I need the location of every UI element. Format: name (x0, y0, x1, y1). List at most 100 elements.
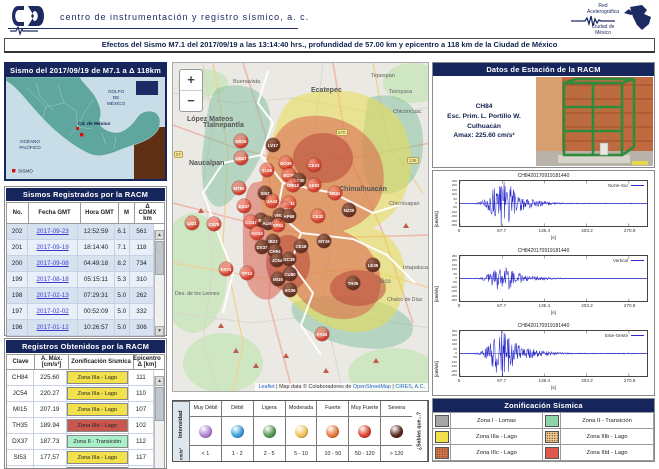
station-panel-title: Datos de Estación de la RACM (433, 63, 654, 76)
station-marker-XO36[interactable]: XO36 (283, 283, 297, 297)
station-marker-NZ20[interactable]: NZ20 (342, 203, 356, 217)
registro-row[interactable]: DX37187.73Zona II - Transición112 (7, 434, 154, 450)
registro-zona: Zona IIIa - Lago (67, 370, 129, 386)
event-date-link[interactable]: 2017-02-02 (37, 308, 69, 315)
scroll-up-icon[interactable]: ▲ (155, 376, 164, 386)
station-marker-TH35[interactable]: TH35 (346, 276, 360, 290)
station-marker-GR27[interactable]: GR27 (234, 151, 248, 165)
station-marker-MI15[interactable]: MI15 (271, 272, 285, 286)
zona-swatch (435, 431, 449, 443)
registro-row[interactable]: CH84225.60Zona IIIa - Lago111 (7, 370, 154, 386)
sismos-cell-hora: 05:15:11 (78, 272, 115, 288)
station-marker-ES57[interactable]: ES57 (237, 199, 251, 213)
leaflet-link[interactable]: Leaflet (258, 384, 274, 390)
station-marker-LE35[interactable]: LE35 (366, 258, 380, 272)
station-marker-FA34[interactable]: FA34 (315, 327, 329, 341)
event-date-link[interactable]: 2017-09-08 (37, 260, 69, 267)
event-date-link[interactable]: 2017-02-13 (37, 292, 69, 299)
svg-text:PACÍFICO: PACÍFICO (19, 144, 41, 150)
station-marker-NZ31[interactable]: NZ31 (328, 186, 342, 200)
x-tick: 67.7 (497, 228, 506, 233)
map-city-label: Tezoyuca (389, 89, 412, 95)
station-marker-TP13[interactable]: TP13 (240, 266, 254, 280)
sismos-row[interactable]: 1962017-01-1210:26:575.0306 (7, 320, 154, 336)
station-marker-DX37[interactable]: DX37 (255, 240, 269, 254)
station-marker-GC38[interactable]: GC38 (282, 252, 296, 266)
sismos-cell-m: 5.3 (115, 272, 130, 288)
registro-row[interactable]: JC54220.27Zona IIIa - Lago110 (7, 386, 154, 402)
sismos-cell-fecha: 2017-09-23 (28, 224, 78, 240)
station-marker-CE18[interactable]: CE18 (294, 239, 308, 253)
scroll-up-icon[interactable]: ▲ (155, 230, 164, 240)
station-marker-LV17[interactable]: LV17 (266, 138, 280, 152)
map-attribution: Leaflet | Map data © Colaboradores de Op… (255, 383, 428, 391)
col-epicentro: Epicentro Δ [km] (134, 355, 160, 369)
event-date-link[interactable]: 2017-08-18 (37, 276, 69, 283)
event-date-link[interactable]: 2017-09-19 (37, 244, 69, 251)
sismos-row[interactable]: 1982017-02-1307:29:315.0262 (7, 288, 154, 304)
sabias-que-label[interactable]: ¿Sabías que...? (412, 401, 428, 461)
intensity-level-label: Ligera (254, 401, 285, 417)
map-city-label: Ecatepec (311, 87, 342, 94)
station-marker-TL55[interactable]: TL55 (260, 163, 274, 177)
intensity-level-value: < 1 (190, 446, 221, 461)
intensity-level: Ligera2 - 5 (254, 401, 286, 461)
registro-clave: CH84 (7, 370, 34, 386)
sismos-scrollbar[interactable]: ▲ ▼ (154, 230, 164, 336)
zona-label: Zona IIIc - Lago (451, 445, 543, 461)
scroll-thumb[interactable] (155, 387, 164, 421)
map-city-label: Chicoloapan (389, 201, 420, 207)
station-marker-AO24[interactable]: AO24 (250, 226, 264, 240)
registro-row[interactable]: MI15207.19Zona IIIa - Lago107 (7, 402, 154, 418)
station-marker-JA43[interactable]: JA43 (265, 194, 279, 208)
sismos-rows: 2022017-09-2312:52:596.15612012017-09-19… (7, 224, 154, 336)
sismos-row[interactable]: 1992017-08-1805:15:115.3310 (7, 272, 154, 288)
seismogram-0: CH8420170919181440[cm/s/s]25020015010050… (433, 172, 654, 246)
col-fecha: Fecha GMT (29, 203, 81, 223)
cires-link[interactable]: CIRES, A.C. (395, 384, 425, 390)
y-axis-label: [cm/s/s] (434, 255, 439, 302)
zona-swatch-cell (543, 445, 561, 461)
station-marker-SP51[interactable]: SP51 (271, 218, 285, 232)
station-marker-MY19[interactable]: MY19 (317, 234, 331, 248)
sismos-cell-delta: 734 (130, 256, 154, 272)
station-marker-DM12[interactable]: DM12 (286, 178, 300, 192)
osm-link[interactable]: OpenStreetMap (353, 384, 391, 390)
sismos-row[interactable]: 2002017-09-0804:49:188.2734 (7, 256, 154, 272)
sismos-cell-no: 198 (7, 288, 28, 304)
event-date-link[interactable]: 2017-01-12 (37, 324, 69, 331)
station-marker-CS78[interactable]: CS78 (207, 217, 221, 231)
station-marker-UI21[interactable]: UI21 (185, 216, 199, 230)
station-marker-DR16[interactable]: DR16 (234, 134, 248, 148)
zona-swatch (545, 447, 559, 459)
zoom-out-button[interactable]: − (180, 91, 202, 111)
station-marker-MT50[interactable]: MT50 (232, 181, 246, 195)
event-date-link[interactable]: 2017-09-23 (37, 228, 69, 235)
intensity-map[interactable]: López MateosBuenavistaEcatepecTepexpanTe… (172, 62, 429, 392)
sismos-row[interactable]: 2012017-09-1918:14:407.1118 (7, 240, 154, 256)
registro-row[interactable]: TH35189.94Zona IIId - Lago102 (7, 418, 154, 434)
station-marker-FA74[interactable]: FA74 (219, 262, 233, 276)
registro-epicentro: 102 (129, 418, 154, 434)
zoom-in-button[interactable]: + (180, 70, 202, 91)
mexico-silhouette-icon (623, 5, 653, 33)
station-marker-CU80[interactable]: CU80 (283, 267, 297, 281)
registro-amax: 189.94 (34, 418, 67, 434)
cires-logo-icon (8, 2, 60, 36)
units-label: cm/s² (173, 446, 189, 461)
station-marker-CE23[interactable]: CE23 (307, 158, 321, 172)
registros-scrollbar[interactable]: ▲ ▼ (154, 376, 164, 469)
station-marker-AE02[interactable]: AE02 (307, 178, 321, 192)
station-marker-CE32[interactable]: CE32 (311, 209, 325, 223)
registro-row[interactable]: SI53177.57Zona IIIa - Lago117 (7, 450, 154, 466)
scroll-thumb[interactable] (155, 241, 164, 275)
scroll-down-icon[interactable]: ▼ (155, 326, 164, 336)
sismos-cell-hora: 18:14:40 (78, 240, 115, 256)
zonificacion-title: Zonificación Sísmica (433, 399, 654, 412)
x-tick: 135.4 (539, 303, 551, 308)
sismos-row[interactable]: 1972017-02-0200:52:095.0332 (7, 304, 154, 320)
map-city-label: Ixtapaluca (403, 265, 428, 271)
sismos-row[interactable]: 2022017-09-2312:52:596.1561 (7, 224, 154, 240)
col-hora: Hora GMT (81, 203, 119, 223)
sismos-cell-delta: 118 (130, 240, 154, 256)
